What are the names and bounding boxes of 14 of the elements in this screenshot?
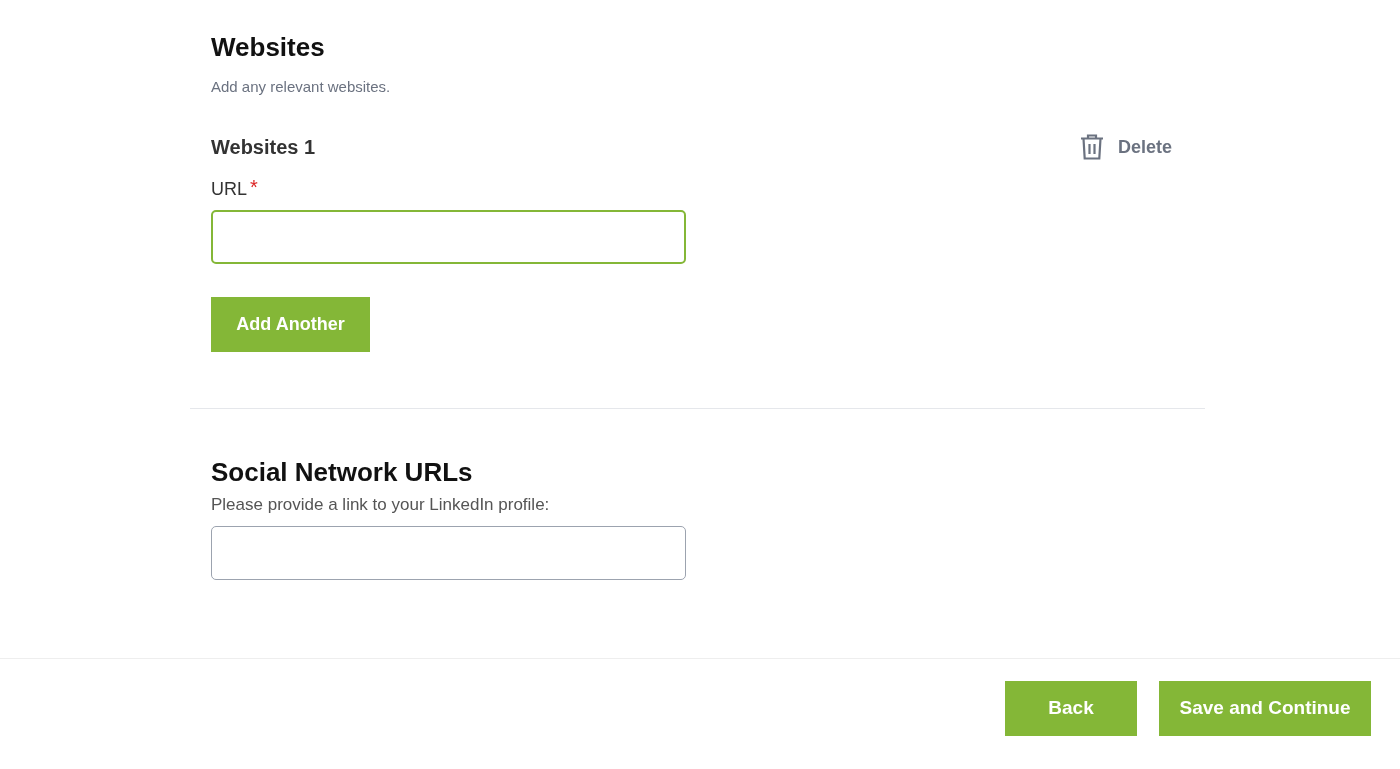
- entry-title: Websites 1: [211, 135, 316, 160]
- required-marker: *: [250, 177, 258, 197]
- field-label: URL: [211, 178, 247, 201]
- input-field[interactable]: [211, 526, 686, 580]
- section-description: Add any relevant websites.: [211, 77, 392, 97]
- delete-button[interactable]: Delete: [1079, 134, 1172, 160]
- input-field[interactable]: [211, 210, 686, 264]
- field-label: Please provide a link to your LinkedIn profile:: [211, 494, 551, 516]
- back-button[interactable]: Back: [1005, 681, 1137, 736]
- section-title: Social Network URLs: [211, 456, 474, 488]
- section-title: Websites: [211, 31, 326, 63]
- trash-icon: [1079, 134, 1104, 160]
- add-another-button[interactable]: Add Another: [211, 297, 370, 352]
- save-continue-button[interactable]: Save and Continue: [1159, 681, 1371, 736]
